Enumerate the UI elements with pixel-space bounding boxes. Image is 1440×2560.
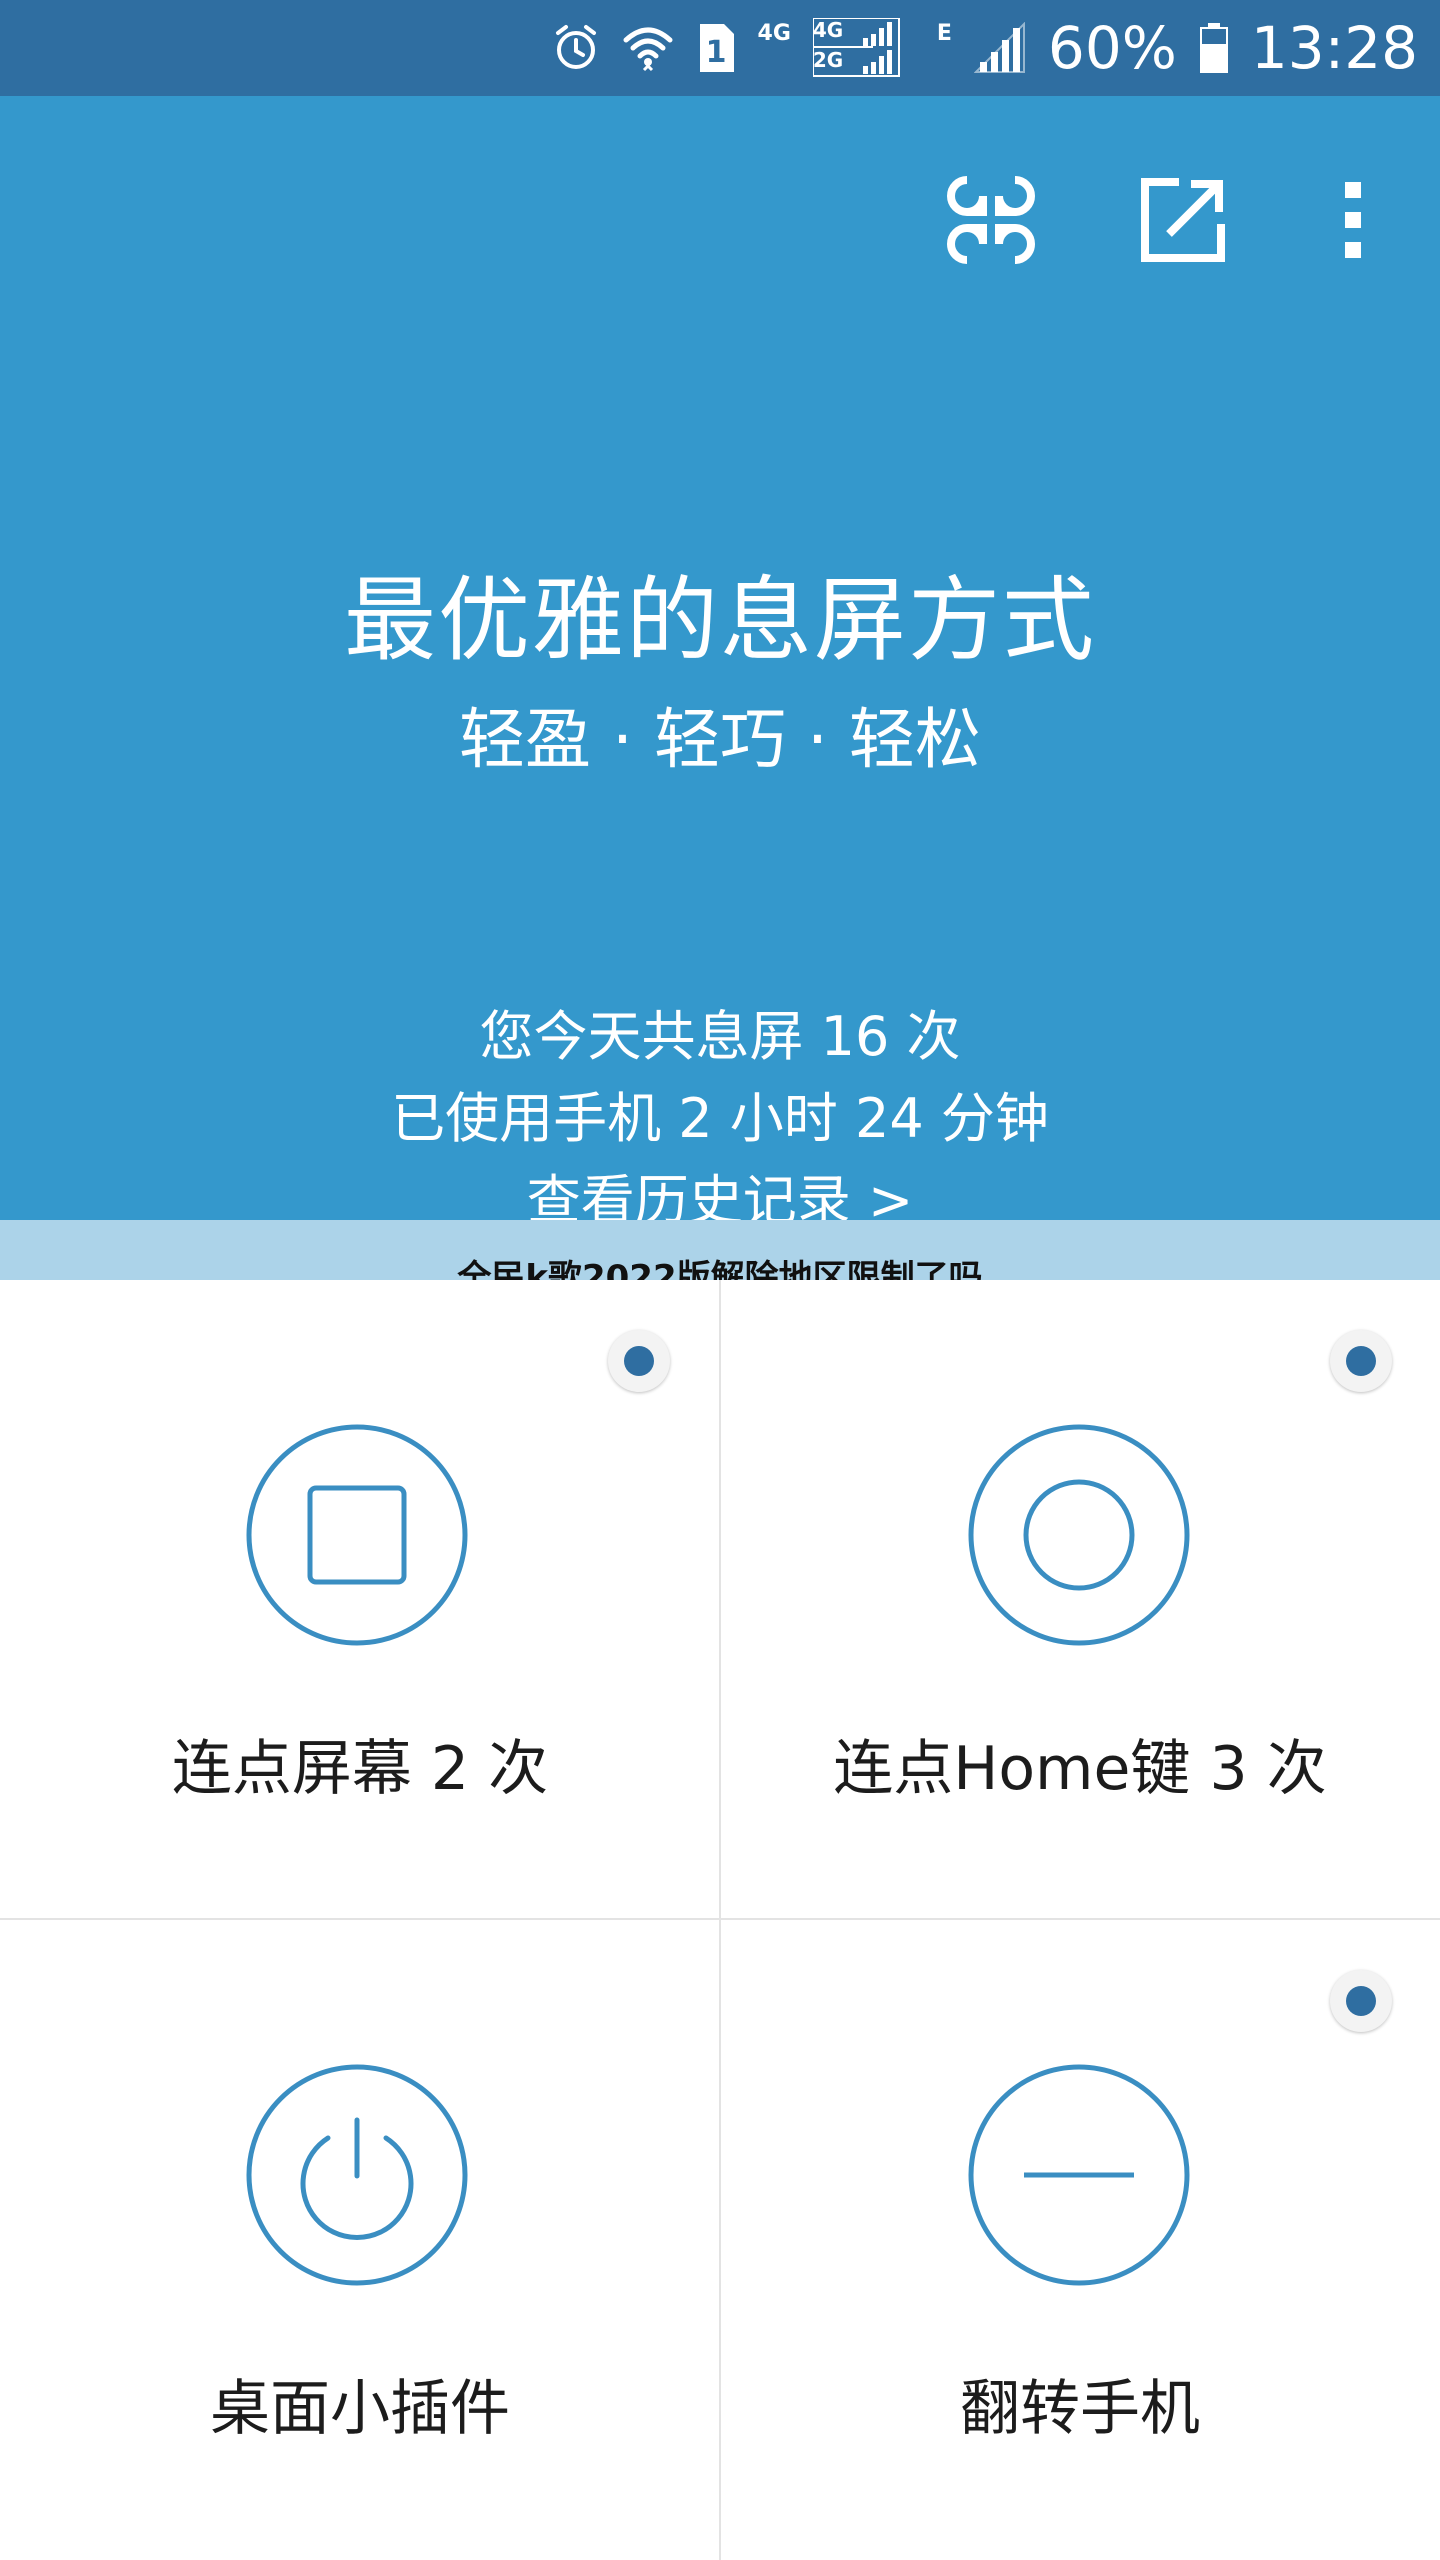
minus-icon [968, 2064, 1190, 2286]
signal-icon [973, 22, 1026, 74]
header-actions [0, 162, 1440, 282]
radio-selected-dot [1346, 1986, 1376, 2016]
radio-selected-dot [624, 1346, 654, 1376]
option-label: 翻转手机 [960, 2374, 1200, 2444]
power-icon [246, 2064, 468, 2286]
square-icon [246, 1424, 468, 1646]
share-button[interactable] [1128, 162, 1238, 282]
dual-network-icon: 4G 2G [812, 18, 901, 78]
more-icon [1341, 180, 1365, 264]
sim-number: 1 [705, 35, 726, 70]
option-label: 连点屏幕 2 次 [171, 1734, 549, 1804]
usage-time: 已使用手机 2 小时 24 分钟 [391, 1087, 1049, 1150]
battery-icon [1199, 22, 1229, 74]
option-desktop-widget[interactable]: 桌面小插件 [0, 1920, 720, 2560]
screen-off-count: 您今天共息屏 16 次 [479, 1005, 961, 1068]
option-flip-phone[interactable]: 翻转手机 [720, 1920, 1440, 2560]
apps-button[interactable] [936, 162, 1046, 282]
clock: 13:28 [1250, 14, 1418, 82]
network-label-1: 4G [757, 21, 791, 46]
radio-selected-dot [1346, 1346, 1376, 1376]
page-subtitle: 轻盈 · 轻巧 · 轻松 [459, 701, 981, 778]
share-icon [1139, 176, 1227, 268]
option-triple-tap-home[interactable]: 连点Home键 3 次 [720, 1280, 1440, 1920]
status-bar: 1 4G 4G 2G E 60% 13:28 [0, 0, 1440, 96]
network-label-4: E [936, 21, 952, 46]
option-label: 连点Home键 3 次 [833, 1734, 1327, 1804]
status-icons: 1 4G 4G 2G E 60% 13:28 [552, 0, 1440, 96]
more-button[interactable] [1298, 162, 1408, 282]
circle-icon [968, 1424, 1190, 1646]
alarm-icon [552, 23, 600, 73]
page-title: 最优雅的息屏方式 [343, 567, 1096, 674]
option-double-tap-screen[interactable]: 连点屏幕 2 次 [0, 1280, 720, 1920]
header-panel: 最优雅的息屏方式 轻盈 · 轻巧 · 轻松 您今天共息屏 16 次 已使用手机 … [0, 96, 1440, 1232]
option-label: 桌面小插件 [210, 2374, 510, 2444]
sim-icon: 1 [696, 22, 736, 74]
options-grid: 连点屏幕 2 次 连点Home键 3 次 桌面小插件 翻转手机 [0, 1280, 1440, 2560]
radio-indicator[interactable] [1330, 1330, 1392, 1392]
wifi-icon [622, 22, 674, 74]
usage-stats: 您今天共息屏 16 次 已使用手机 2 小时 24 分钟 查看历史记录 > [0, 996, 1440, 1242]
radio-indicator[interactable] [608, 1330, 670, 1392]
battery-percent: 60% [1047, 14, 1177, 82]
apps-icon [945, 174, 1037, 270]
radio-indicator[interactable] [1330, 1970, 1392, 2032]
